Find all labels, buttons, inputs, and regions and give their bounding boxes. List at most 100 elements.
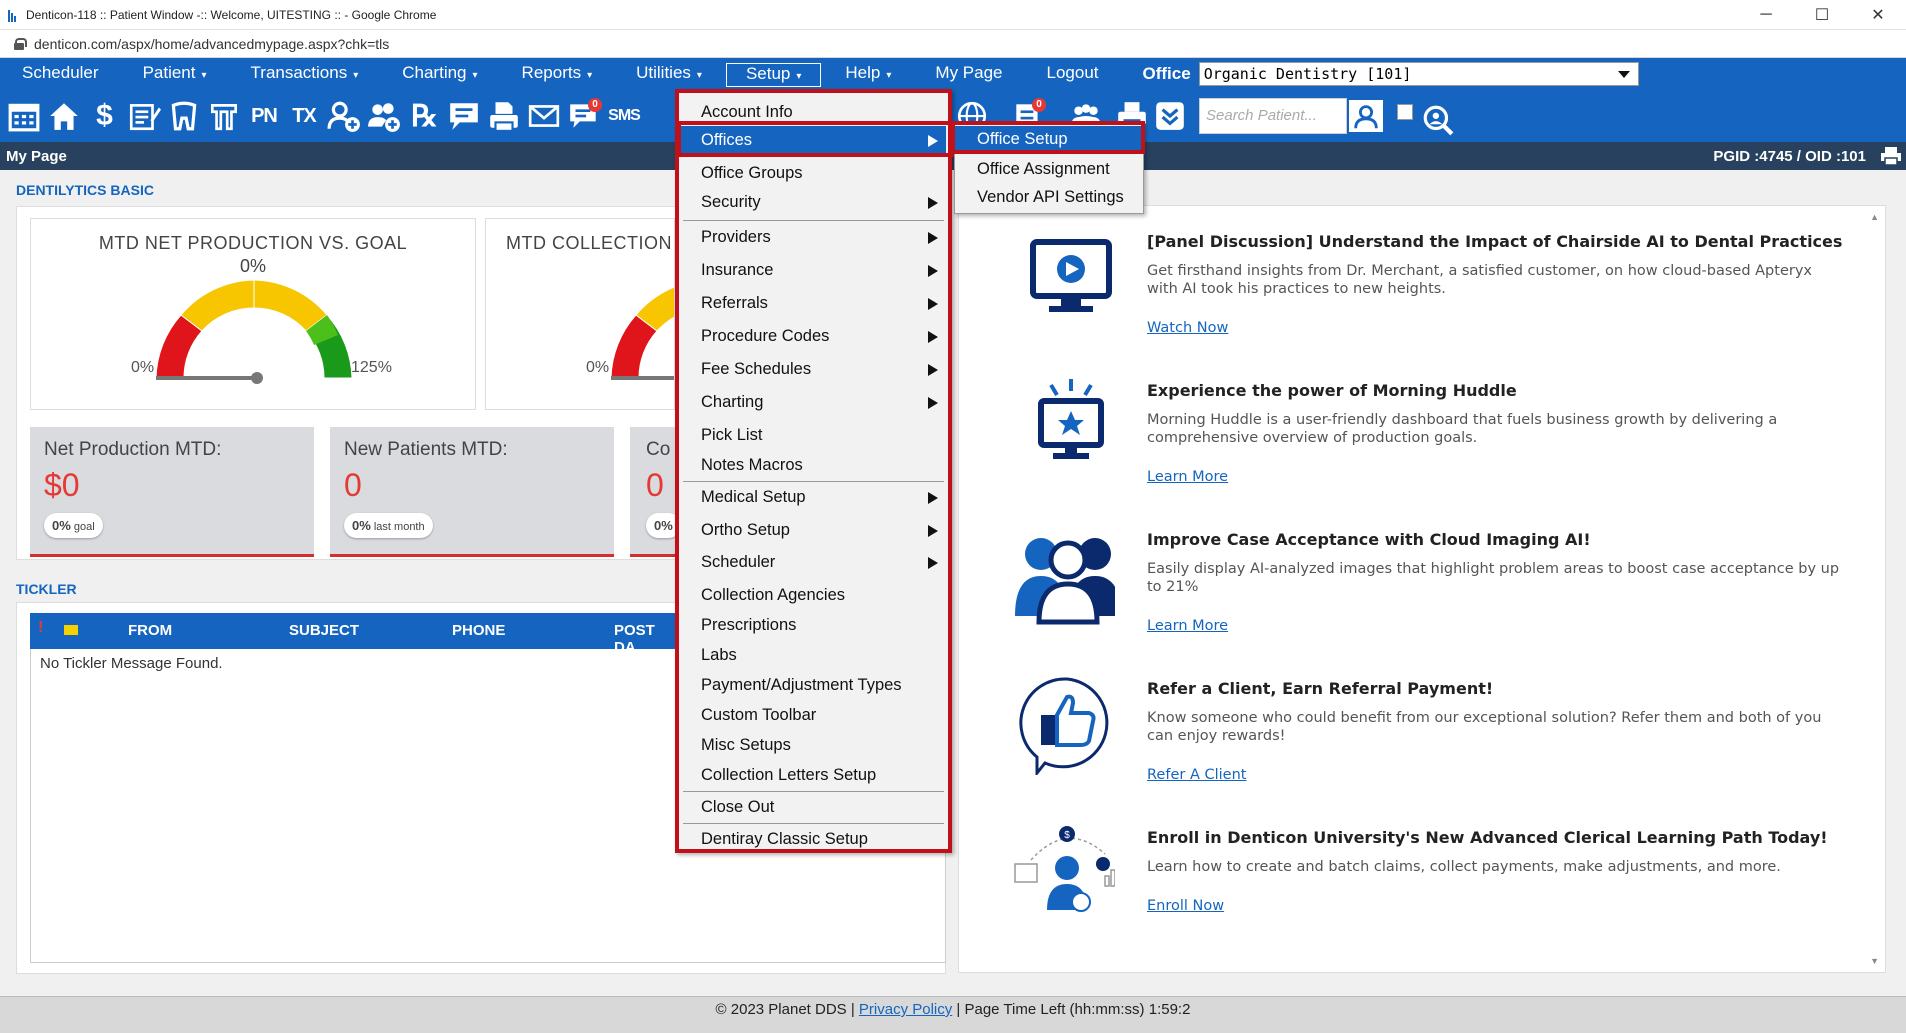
page-title: My Page xyxy=(6,147,67,165)
print-form-icon[interactable] xyxy=(484,96,524,136)
nav-logout[interactable]: Logout xyxy=(1025,58,1121,90)
news-title: Experience the power of Morning Huddle xyxy=(1147,381,1517,400)
submenu-arrow-icon xyxy=(928,265,938,277)
nav-help[interactable]: Help ▾ xyxy=(823,58,913,90)
news-text: Learn how to create and batch claims, co… xyxy=(1147,859,1781,875)
add-group-icon[interactable] xyxy=(364,96,404,136)
menu-item-custom-toolbar[interactable]: Custom Toolbar xyxy=(681,701,946,729)
add-patient-icon[interactable] xyxy=(324,96,364,136)
tooth-icon[interactable] xyxy=(164,96,204,136)
nav-scheduler[interactable]: Scheduler xyxy=(0,58,121,90)
email-icon[interactable] xyxy=(524,96,564,136)
gauge-chart xyxy=(155,279,353,384)
nav-patient[interactable]: Patient ▾ xyxy=(121,58,229,90)
home-icon[interactable] xyxy=(44,96,84,136)
scroll-up-icon[interactable]: ▲ xyxy=(1870,212,1879,222)
minimize-button[interactable]: ─ xyxy=(1738,6,1794,24)
news-text: Get firsthand insights from Dr. Merchant… xyxy=(1147,263,1812,297)
chevron-down-icon: ▾ xyxy=(353,70,359,81)
submenu-arrow-icon xyxy=(928,364,938,376)
offices-highlight-box xyxy=(677,121,954,157)
chat-icon[interactable]: 0 xyxy=(564,96,604,136)
teeth-icon[interactable] xyxy=(204,96,244,136)
submenu-item-office-assignment[interactable]: Office Assignment xyxy=(955,156,1143,183)
tickler-empty-text: No Tickler Message Found. xyxy=(40,655,223,672)
patient-search-icon[interactable] xyxy=(1347,98,1385,134)
sms-icon[interactable]: SMS xyxy=(604,96,644,136)
nav-utilities[interactable]: Utilities ▾ xyxy=(614,58,724,90)
column-post-date[interactable]: POST DA xyxy=(614,622,680,656)
maximize-button[interactable]: ☐ xyxy=(1794,5,1850,25)
news-text: Know someone who could benefit from our … xyxy=(1147,710,1822,744)
office-select[interactable]: Organic Dentistry [101] xyxy=(1198,62,1639,86)
notes-icon[interactable] xyxy=(124,96,164,136)
menu-item-ortho-setup[interactable]: Ortho Setup xyxy=(681,516,946,544)
main-nav: Scheduler Patient ▾ Transactions ▾ Chartin… xyxy=(0,58,1906,90)
menu-item-notes-macros[interactable]: Notes Macros xyxy=(681,451,946,479)
page-ids: PGID :4745 / OID :101 xyxy=(1713,147,1866,165)
nav-setup[interactable]: Setup ▾ xyxy=(723,61,824,89)
footer: © 2023 Planet DDS | Privacy Policy | Pag… xyxy=(0,996,1906,1033)
column-subject[interactable]: SUBJECT xyxy=(289,622,359,639)
submenu-arrow-icon xyxy=(928,298,938,310)
menu-divider xyxy=(683,481,944,482)
menu-item-prescriptions[interactable]: Prescriptions xyxy=(681,611,946,639)
nav-charting[interactable]: Charting ▾ xyxy=(380,58,499,90)
refer-a-client-link[interactable]: Refer A Client xyxy=(1147,767,1246,783)
menu-item-collection-agencies[interactable]: Collection Agencies xyxy=(681,581,946,609)
menu-item-scheduler[interactable]: Scheduler xyxy=(681,548,946,576)
nav-my-page[interactable]: My Page xyxy=(913,58,1024,90)
news-item: [Panel Discussion] Understand the Impact… xyxy=(959,228,1859,368)
tx-icon[interactable]: TX xyxy=(284,96,324,136)
address-bar[interactable]: denticon.com/aspx/home/advancedmypage.as… xyxy=(0,30,1906,58)
gauge-card-net-production: MTD NET PRODUCTION VS. GOAL 0% 0% 125% xyxy=(30,218,476,410)
menu-item-payment-adjustment-types[interactable]: Payment/Adjustment Types xyxy=(681,671,946,699)
menu-item-dentiray-classic-setup[interactable]: Dentiray Classic Setup xyxy=(681,825,946,853)
menu-item-collection-letters-setup[interactable]: Collection Letters Setup xyxy=(681,761,946,789)
enroll-now-link[interactable]: Enroll Now xyxy=(1147,898,1224,914)
watch-now-link[interactable]: Watch Now xyxy=(1147,320,1228,336)
copyright-text: © 2023 Planet DDS | xyxy=(715,1001,859,1018)
menu-divider xyxy=(683,220,944,221)
menu-item-misc-setups[interactable]: Misc Setups xyxy=(681,731,946,759)
menu-item-security[interactable]: Security xyxy=(681,188,946,216)
menu-item-charting[interactable]: Charting xyxy=(681,388,946,416)
message-icon[interactable] xyxy=(444,96,484,136)
user-search-icon[interactable] xyxy=(1418,100,1458,140)
rx-icon[interactable]: ℞ xyxy=(404,96,444,136)
print-page-icon[interactable] xyxy=(1880,146,1902,166)
menu-item-fee-schedules[interactable]: Fee Schedules xyxy=(681,355,946,383)
pn-icon[interactable]: PN xyxy=(244,96,284,136)
nav-transactions[interactable]: Transactions ▾ xyxy=(229,58,381,90)
url-text[interactable]: denticon.com/aspx/home/advancedmypage.as… xyxy=(34,36,389,52)
close-window-button[interactable]: ✕ xyxy=(1850,5,1906,25)
priority-icon: ! xyxy=(38,619,44,636)
search-patient-input[interactable]: Search Patient... xyxy=(1199,98,1347,134)
nav-reports[interactable]: Reports ▾ xyxy=(500,58,615,90)
privacy-policy-link[interactable]: Privacy Policy xyxy=(859,1001,952,1018)
dollar-icon[interactable]: $ xyxy=(84,96,124,136)
chevron-down-icon: ▾ xyxy=(201,70,207,81)
menu-item-providers[interactable]: Providers xyxy=(681,223,946,251)
chevron-down-badge-icon[interactable] xyxy=(1150,96,1190,136)
menu-item-procedure-codes[interactable]: Procedure Codes xyxy=(681,322,946,350)
stat-value: $0 xyxy=(44,467,80,503)
lock-icon xyxy=(14,37,27,50)
menu-item-referrals[interactable]: Referrals xyxy=(681,289,946,317)
calendar-icon[interactable] xyxy=(4,96,44,136)
learn-more-link[interactable]: Learn More xyxy=(1147,469,1228,485)
menu-item-pick-list[interactable]: Pick List xyxy=(681,421,946,449)
scroll-down-icon[interactable]: ▼ xyxy=(1870,956,1879,966)
column-from[interactable]: FROM xyxy=(128,622,172,639)
submenu-item-vendor-api-settings[interactable]: Vendor API Settings xyxy=(955,184,1143,211)
column-phone[interactable]: PHONE xyxy=(452,622,505,639)
menu-item-labs[interactable]: Labs xyxy=(681,641,946,669)
menu-item-close-out[interactable]: Close Out xyxy=(681,793,946,821)
menu-item-insurance[interactable]: Insurance xyxy=(681,256,946,284)
menu-item-office-groups[interactable]: Office Groups xyxy=(681,159,946,187)
learn-more-link[interactable]: Learn More xyxy=(1147,618,1228,634)
submenu-arrow-icon xyxy=(928,492,938,504)
toolbar-checkbox[interactable] xyxy=(1397,104,1413,120)
menu-item-medical-setup[interactable]: Medical Setup xyxy=(681,483,946,511)
submenu-arrow-icon xyxy=(928,525,938,537)
